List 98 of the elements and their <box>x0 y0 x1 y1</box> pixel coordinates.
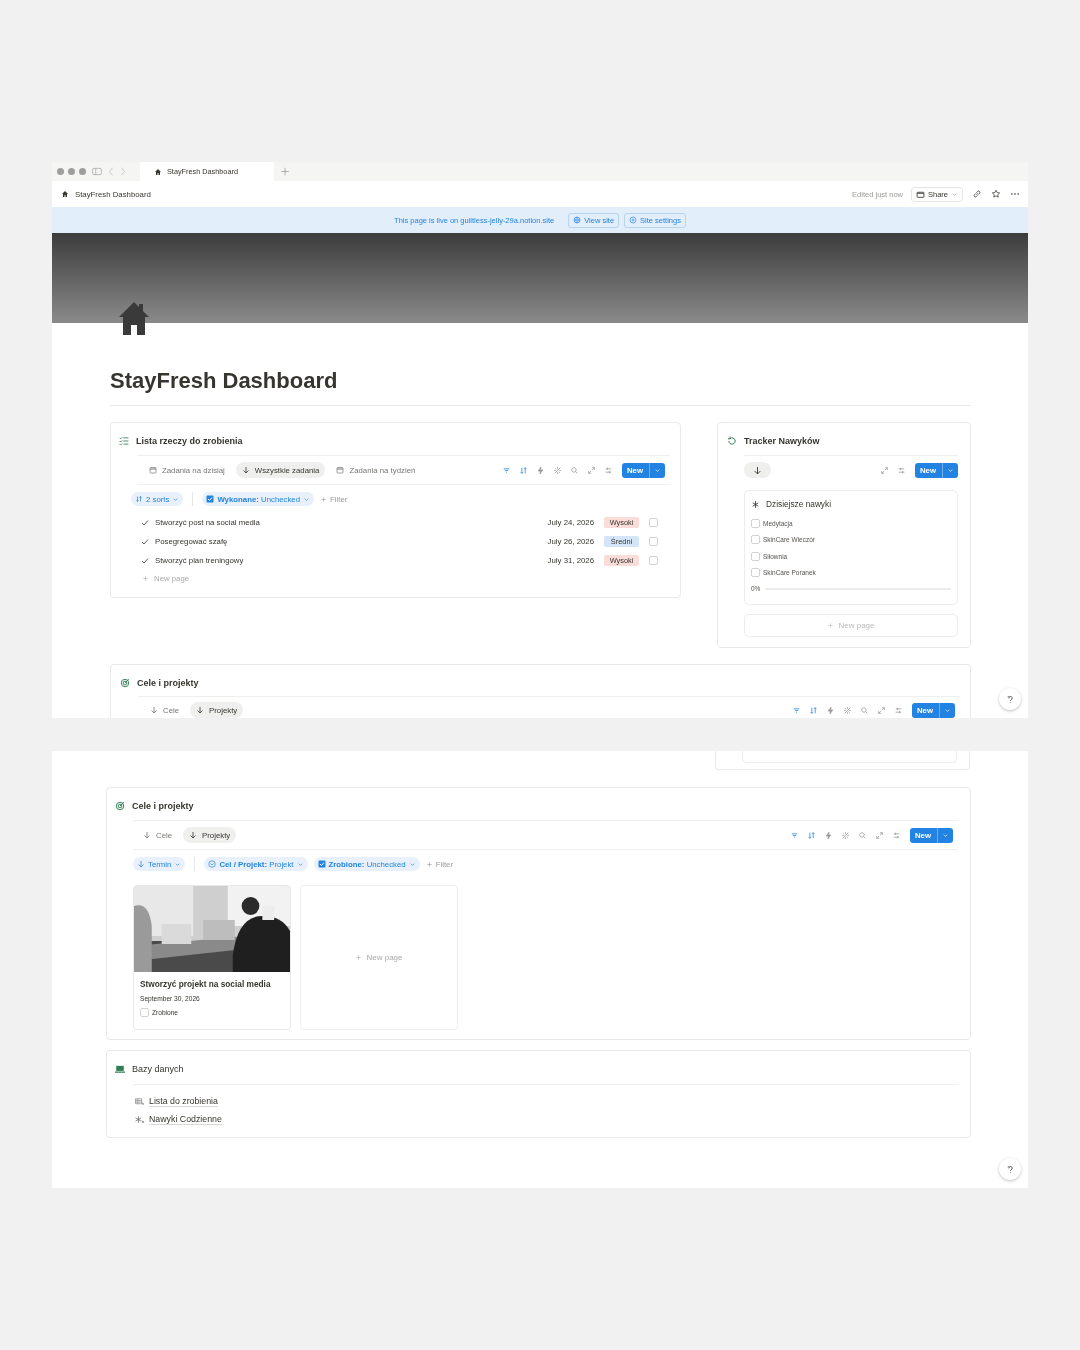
home-icon <box>61 190 69 198</box>
habit-checkbox[interactable] <box>751 518 760 528</box>
filter-icon[interactable] <box>789 830 799 840</box>
sparkle-icon[interactable] <box>840 830 850 840</box>
card-title: Cele i projekty <box>132 801 194 811</box>
database-link[interactable]: Lista do zrobienia <box>149 1095 218 1107</box>
sort-icon[interactable] <box>806 830 816 840</box>
checklist-icon <box>119 436 129 446</box>
page-title: StayFresh Dashboard <box>110 368 339 394</box>
search-icon[interactable] <box>857 830 867 840</box>
bolt-icon[interactable] <box>825 705 835 715</box>
settings-icon <box>629 216 638 224</box>
target-icon <box>120 678 130 688</box>
sort-icon[interactable] <box>808 705 818 715</box>
help-button[interactable] <box>999 688 1021 710</box>
asterisk-icon <box>135 1114 144 1124</box>
sliders-icon[interactable] <box>603 465 613 475</box>
sort-icon[interactable] <box>518 465 528 475</box>
dropdown-icon <box>208 860 217 868</box>
task-checkbox[interactable] <box>649 537 658 546</box>
arrow-down-icon <box>143 831 151 839</box>
arrow-down-icon <box>189 831 198 839</box>
bolt-icon[interactable] <box>535 465 545 475</box>
card-title: Lista rzeczy do zrobienia <box>136 436 243 446</box>
expand-icon[interactable] <box>879 465 889 475</box>
new-tab-icon[interactable] <box>280 167 290 176</box>
arrow-down-icon <box>150 706 158 714</box>
new-page-card[interactable]: New page <box>300 885 458 1030</box>
help-icon <box>1005 1164 1015 1174</box>
search-icon[interactable] <box>859 705 869 715</box>
habit-checkbox[interactable] <box>751 551 760 561</box>
star-icon[interactable] <box>991 189 1001 199</box>
globe-icon <box>573 216 582 224</box>
expand-icon[interactable] <box>586 465 596 475</box>
view-tab[interactable] <box>744 462 771 478</box>
card-title: Cele i projekty <box>137 678 199 688</box>
caret-icon <box>942 831 949 839</box>
bolt-icon[interactable] <box>823 830 833 840</box>
sort-icon <box>135 495 143 503</box>
arrow-down-icon <box>137 860 145 868</box>
habit-checkbox[interactable] <box>751 535 760 545</box>
arrow-down-icon <box>241 466 250 474</box>
checkbox-icon <box>317 860 326 868</box>
caret-icon <box>408 860 416 868</box>
sparkle-icon[interactable] <box>842 705 852 715</box>
filter-icon[interactable] <box>501 465 511 475</box>
sliders-icon[interactable] <box>891 830 901 840</box>
refresh-icon <box>727 436 737 446</box>
table-icon <box>135 1096 144 1106</box>
caret-icon <box>654 466 661 474</box>
calendar-icon <box>336 466 345 474</box>
card-title: Bazy danych <box>132 1064 184 1074</box>
caret-icon <box>174 860 182 868</box>
arrow-down-icon <box>196 706 205 714</box>
link-icon[interactable] <box>972 189 982 199</box>
checkbox-icon <box>206 495 215 503</box>
task-checkbox[interactable] <box>649 518 658 527</box>
asterisk-icon <box>751 499 760 509</box>
house-icon <box>118 300 150 336</box>
habit-checkbox[interactable] <box>751 568 760 578</box>
database-link[interactable]: Nawyki Codzienne <box>149 1113 222 1125</box>
sliders-icon[interactable] <box>896 465 906 475</box>
caret-icon <box>172 495 180 503</box>
done-checkbox[interactable] <box>140 1008 149 1017</box>
plus-icon <box>320 495 328 503</box>
check-icon <box>141 518 149 527</box>
laptop-icon <box>115 1064 125 1074</box>
caret-icon <box>944 706 951 714</box>
plus-icon <box>827 622 835 629</box>
caret-icon <box>951 190 958 198</box>
target-icon <box>115 801 125 811</box>
filter-icon[interactable] <box>791 705 801 715</box>
caret-icon <box>296 860 304 868</box>
plus-icon <box>355 954 363 961</box>
arrow-down-icon <box>753 465 762 475</box>
check-icon <box>141 537 149 546</box>
forward-icon[interactable] <box>120 167 126 176</box>
plus-icon <box>425 860 433 868</box>
sparkle-icon[interactable] <box>552 465 562 475</box>
help-button[interactable] <box>999 1158 1021 1180</box>
caret-icon <box>947 466 954 474</box>
expand-icon[interactable] <box>874 830 884 840</box>
sidebar-icon[interactable] <box>92 167 102 176</box>
card-title: Tracker Nawyków <box>744 436 820 446</box>
project-title: Stworzyć projekt na social media <box>140 979 272 989</box>
back-icon[interactable] <box>108 167 114 176</box>
calendar-icon <box>149 466 157 474</box>
expand-icon[interactable] <box>876 705 886 715</box>
check-icon <box>141 556 149 565</box>
sliders-icon[interactable] <box>893 705 903 715</box>
search-icon[interactable] <box>569 465 579 475</box>
help-icon <box>1005 694 1015 704</box>
habit-card-title: Dzisiejsze nawyki <box>766 499 831 509</box>
window-icon <box>916 189 925 199</box>
home-icon <box>154 167 162 176</box>
plus-icon <box>142 575 149 582</box>
task-checkbox[interactable] <box>649 556 658 565</box>
caret-icon <box>303 495 311 503</box>
